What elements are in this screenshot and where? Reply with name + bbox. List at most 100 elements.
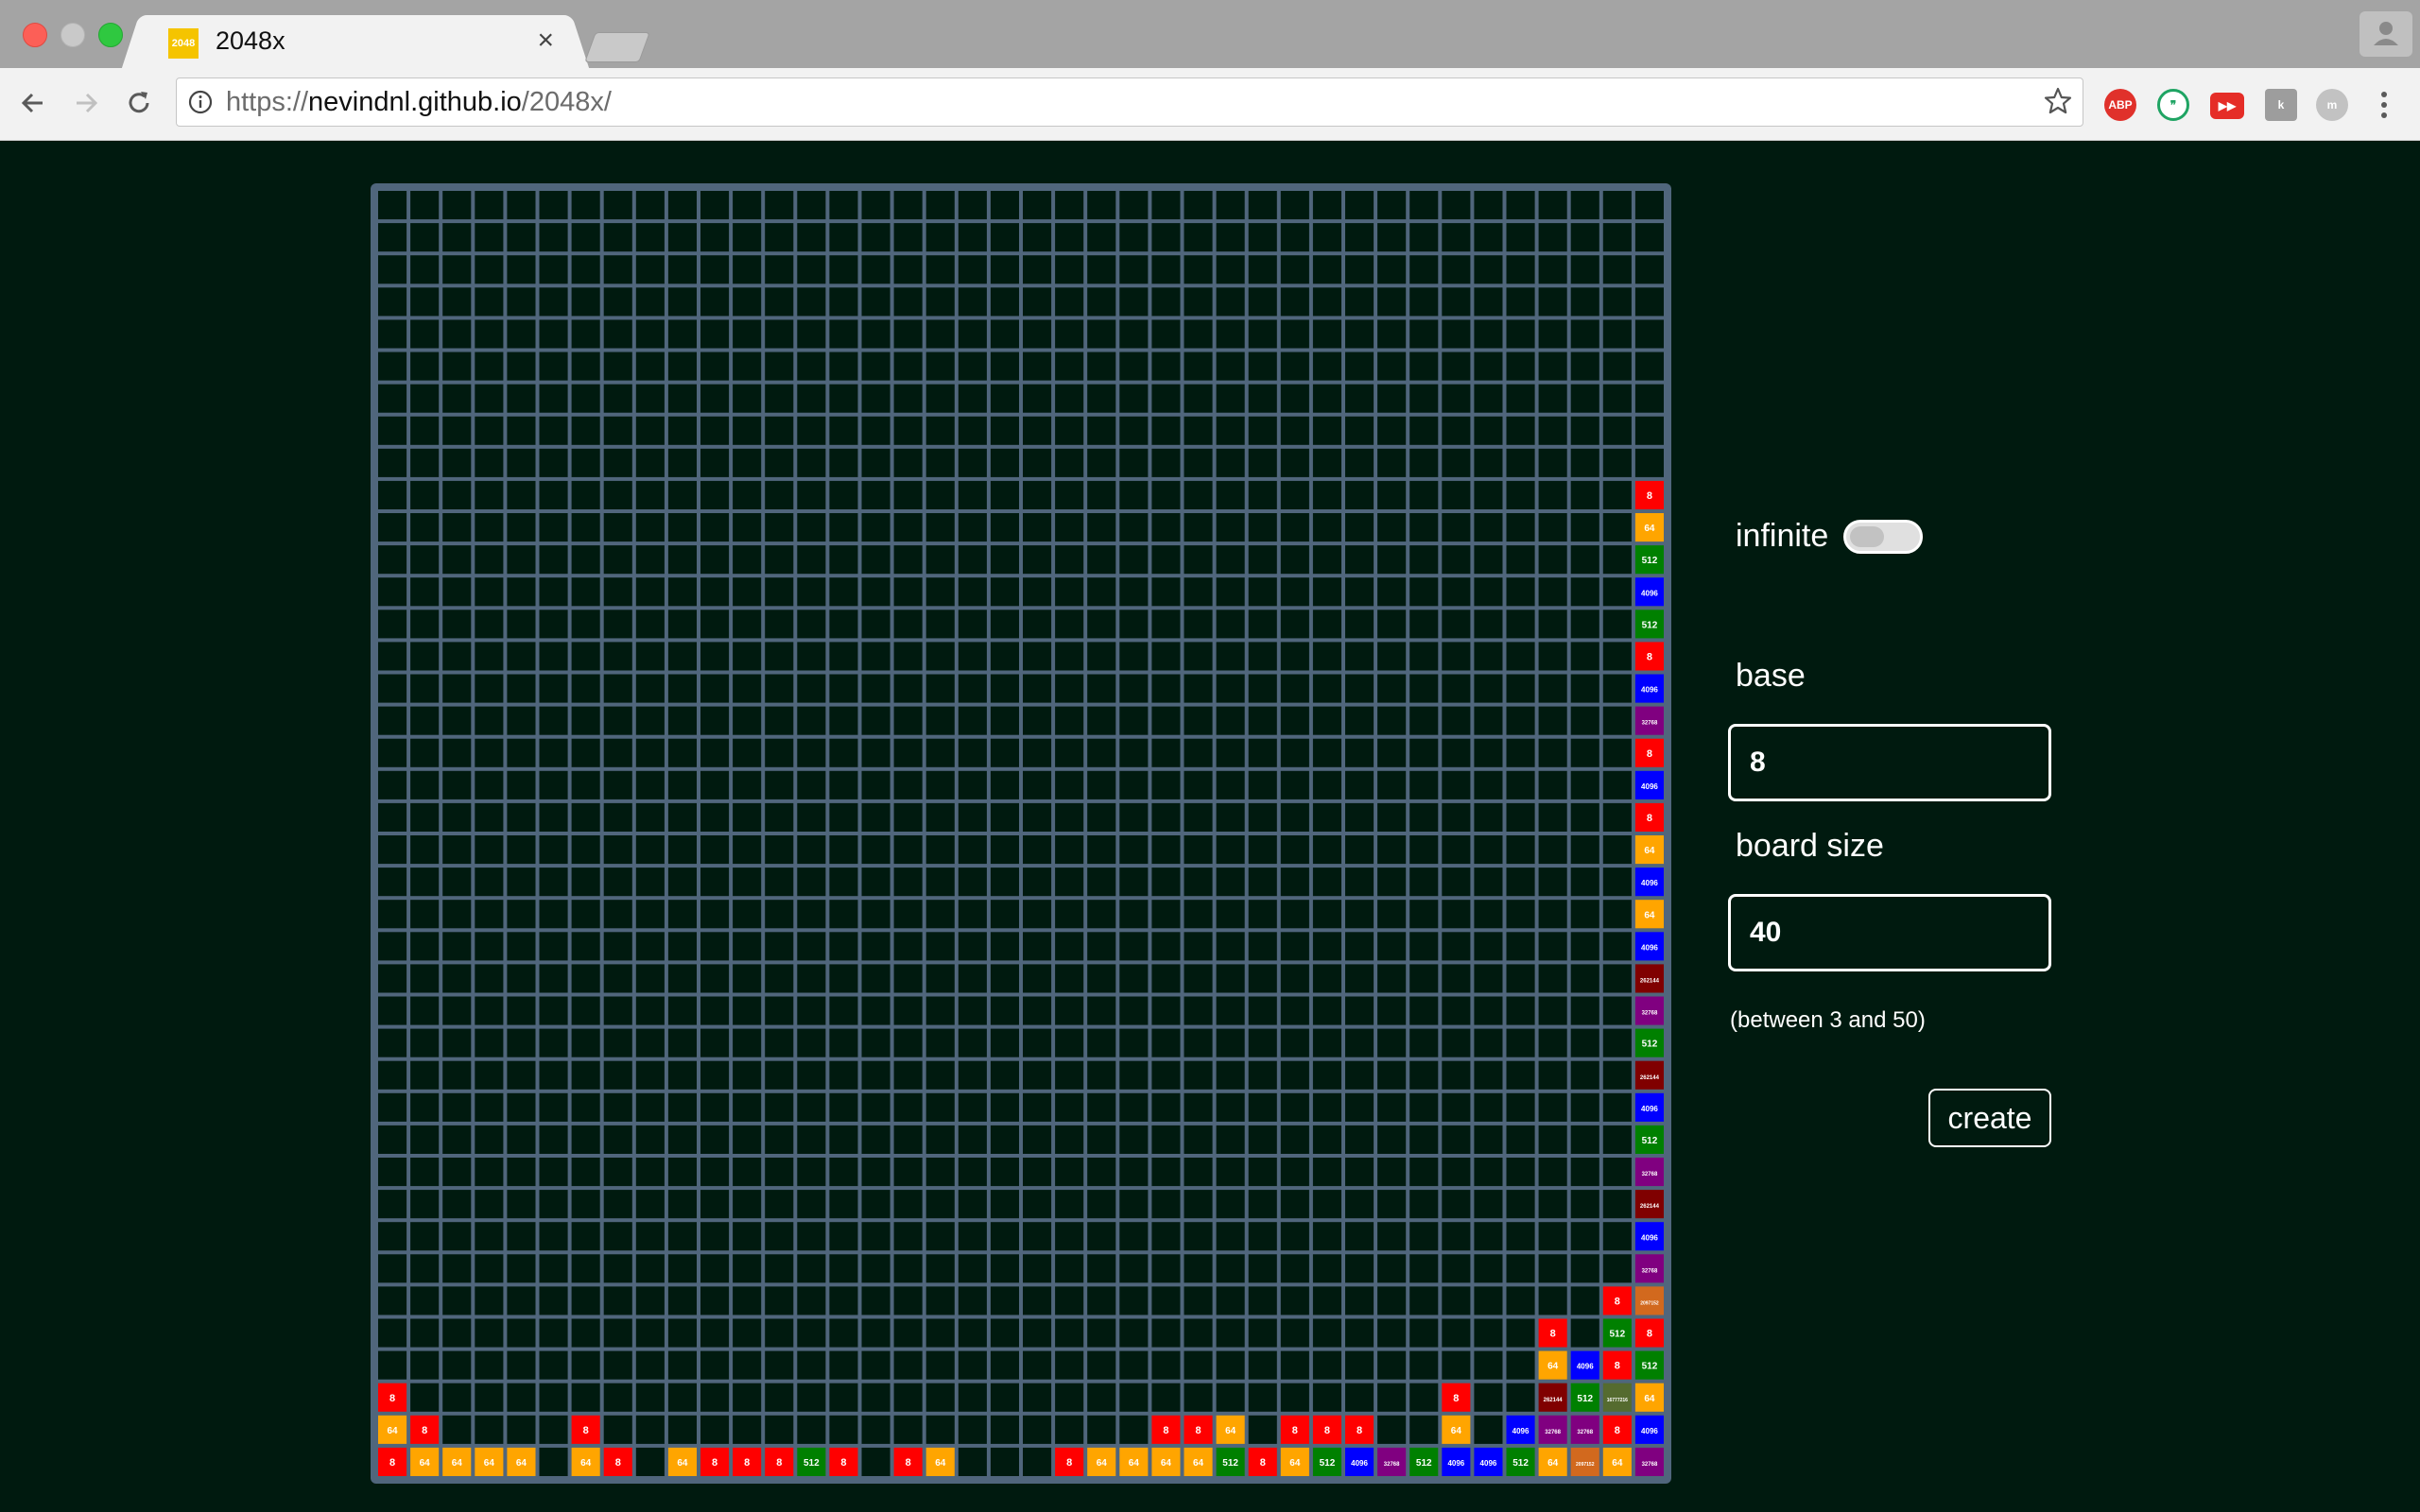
board-cell	[410, 1383, 440, 1412]
board-cell	[1345, 191, 1374, 220]
window-minimize-button[interactable]	[60, 23, 85, 47]
board-cell	[378, 932, 407, 961]
board-cell	[667, 1060, 697, 1090]
youtube-icon[interactable]: ▶▶	[2210, 93, 2244, 119]
url-text[interactable]: https://nevindnl.github.io/2048x/	[226, 87, 612, 118]
board-cell	[1312, 223, 1341, 252]
board-cell	[635, 1028, 665, 1057]
board-cell	[1312, 1254, 1341, 1283]
adblock-plus-icon[interactable]: ABP	[2104, 89, 2136, 121]
board-cell	[571, 448, 600, 477]
board-cell	[507, 1254, 536, 1283]
board-cell	[1442, 1158, 1471, 1187]
board-cell	[1119, 996, 1149, 1025]
board-cell	[667, 932, 697, 961]
board-cell	[507, 223, 536, 252]
bookmark-star-icon[interactable]	[2043, 86, 2073, 116]
board-cell	[733, 1125, 762, 1154]
tile-value: 8	[906, 1457, 911, 1469]
board-cell	[925, 1350, 955, 1380]
board-cell	[1538, 191, 1567, 220]
board-cell	[635, 1125, 665, 1154]
board-cell	[1345, 706, 1374, 735]
game-board[interactable]: 8 64 512 4096 512 8 4096 32768 8 4096 8 64 4096 64 409…	[371, 183, 1671, 1484]
infinite-toggle[interactable]	[1843, 520, 1923, 554]
board-cell	[797, 738, 826, 767]
base-input[interactable]	[1728, 724, 2051, 801]
tab-close-icon[interactable]: ×	[537, 25, 554, 57]
board-cell	[990, 1383, 1019, 1412]
board-cell	[925, 287, 955, 317]
board-size-input[interactable]	[1728, 894, 2051, 971]
board-cell	[765, 513, 794, 542]
board-cell	[1184, 610, 1213, 639]
board-cell	[571, 642, 600, 671]
board-cell	[635, 996, 665, 1025]
hangouts-icon[interactable]: ❞	[2157, 89, 2189, 121]
forward-button[interactable]	[64, 81, 108, 125]
create-button[interactable]: create	[1928, 1089, 2051, 1147]
board-cell	[603, 610, 632, 639]
tile-value: 512	[1642, 1136, 1658, 1146]
board-cell	[1312, 1286, 1341, 1315]
board-cell	[442, 1350, 472, 1380]
board-cell	[1409, 1318, 1439, 1348]
board-cell	[378, 996, 407, 1025]
board-cell	[667, 513, 697, 542]
board-cell	[1216, 642, 1245, 671]
new-tab-button[interactable]	[584, 32, 650, 62]
board-cell	[442, 191, 472, 220]
board-cell	[1442, 770, 1471, 799]
back-button[interactable]	[11, 81, 55, 125]
m-extension-icon[interactable]: m	[2316, 89, 2348, 121]
board-cell	[1248, 770, 1277, 799]
menu-dots-icon[interactable]	[2375, 89, 2394, 121]
board-cell	[667, 964, 697, 993]
board-cell	[442, 802, 472, 832]
board-cell	[1119, 1158, 1149, 1187]
board-cell	[1442, 513, 1471, 542]
board-cell	[1409, 1060, 1439, 1090]
tile-value: 262144	[1640, 978, 1660, 984]
board-cell	[1506, 513, 1535, 542]
window-close-button[interactable]	[23, 23, 47, 47]
address-bar[interactable]: https://nevindnl.github.io/2048x/	[176, 77, 2083, 127]
board-cell	[1570, 674, 1599, 703]
window-maximize-button[interactable]	[98, 23, 123, 47]
board-cell	[539, 1060, 568, 1090]
board-cell	[925, 319, 955, 349]
board-cell	[733, 1254, 762, 1283]
k-extension-icon[interactable]: k	[2265, 89, 2297, 121]
board-cell	[1055, 480, 1084, 509]
board-cell	[925, 1415, 955, 1444]
board-cell	[571, 900, 600, 929]
browser-tab[interactable]: 2048 2048x ×	[140, 15, 571, 68]
board-cell	[1216, 900, 1245, 929]
board-cell	[539, 1158, 568, 1187]
board-cell	[1184, 1383, 1213, 1412]
board-cell	[958, 932, 987, 961]
board-cell	[1442, 1028, 1471, 1057]
reload-button[interactable]	[117, 81, 161, 125]
board-cell	[861, 1125, 890, 1154]
board-cell	[1151, 223, 1181, 252]
profile-button[interactable]	[2360, 11, 2412, 57]
board-cell	[797, 1318, 826, 1348]
board-cell	[1377, 287, 1407, 317]
board-cell	[1151, 802, 1181, 832]
board-cell	[1055, 1318, 1084, 1348]
board-cell	[539, 223, 568, 252]
board-cell	[1312, 738, 1341, 767]
tile-value: 4096	[1641, 1233, 1658, 1242]
board-cell	[1602, 1060, 1632, 1090]
info-icon[interactable]	[188, 90, 213, 114]
board-cell	[1634, 416, 1664, 445]
board-cell	[958, 416, 987, 445]
board-cell	[571, 996, 600, 1025]
board-cell	[1538, 287, 1567, 317]
board-cell	[603, 255, 632, 284]
board-cell	[990, 545, 1019, 575]
board-cell	[925, 770, 955, 799]
board-cell	[733, 480, 762, 509]
board-cell	[1055, 1415, 1084, 1444]
